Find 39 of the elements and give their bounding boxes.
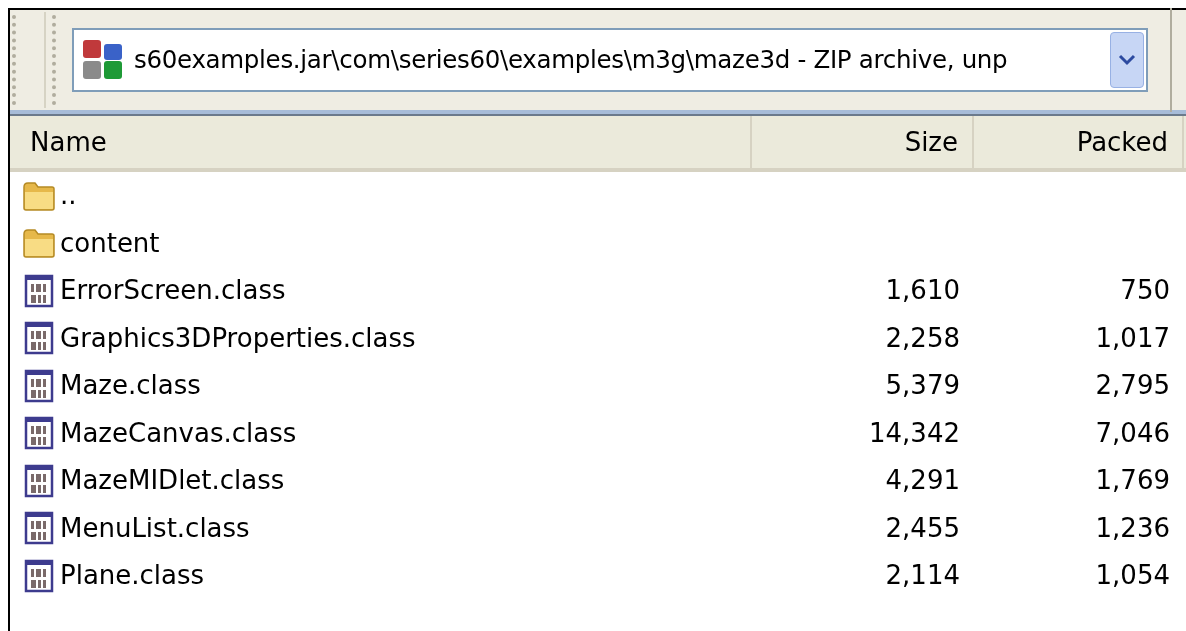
chevron-down-icon	[1118, 54, 1136, 66]
packed-cell-text: 2,795	[1095, 369, 1170, 403]
file-name[interactable]: MenuList.class	[60, 508, 250, 548]
address-field[interactable]: s60examples.jar\com\series60\examples\m3g\maze3d - ZIP archive, unp	[72, 28, 1148, 92]
packed-cell-text: 1,236	[1095, 511, 1170, 545]
file-name[interactable]: Plane.class	[60, 556, 205, 596]
file-name[interactable]: ErrorScreen.class	[60, 271, 286, 311]
size-cell-text: 2,258	[885, 321, 960, 355]
folder-icon	[22, 226, 56, 261]
class-file-icon	[22, 273, 56, 308]
packed-cell-text: 7,046	[1095, 416, 1170, 450]
class-file-icon	[22, 511, 56, 546]
class-file-icon	[22, 416, 56, 451]
size-cell-text: 4,291	[885, 464, 960, 498]
column-header[interactable]: Packed	[974, 116, 1184, 168]
file-name[interactable]: Graphics3DProperties.class	[60, 318, 416, 358]
size-cell-text: 2,114	[885, 559, 960, 593]
class-file-icon	[22, 558, 56, 593]
class-file-icon	[22, 321, 56, 356]
column-header[interactable]: Size	[752, 116, 974, 168]
size-cell-text: 14,342	[869, 416, 960, 450]
file-name[interactable]: MazeMIDlet.class	[60, 461, 285, 501]
packed-cell-text: 1,054	[1095, 559, 1170, 593]
packed-cell-text: 750	[1120, 274, 1170, 308]
file-name[interactable]: Maze.class	[60, 366, 201, 406]
file-name[interactable]: ..	[60, 176, 77, 216]
address-text[interactable]: s60examples.jar\com\series60\examples\m3g\maze3d - ZIP archive, unp	[134, 41, 1110, 79]
class-file-icon	[22, 463, 56, 498]
column-header[interactable]: Name	[10, 116, 752, 168]
class-file-icon	[22, 368, 56, 403]
archive-icon	[82, 39, 124, 81]
packed-cell-text: 1,769	[1095, 464, 1170, 498]
size-cell-text: 2,455	[885, 511, 960, 545]
file-name[interactable]: content	[60, 223, 160, 263]
size-cell-text: 1,610	[885, 274, 960, 308]
size-cell-text: 5,379	[885, 369, 960, 403]
file-name[interactable]: MazeCanvas.class	[60, 413, 297, 453]
dropdown-button[interactable]	[1110, 32, 1144, 88]
packed-cell-text: 1,017	[1095, 321, 1170, 355]
